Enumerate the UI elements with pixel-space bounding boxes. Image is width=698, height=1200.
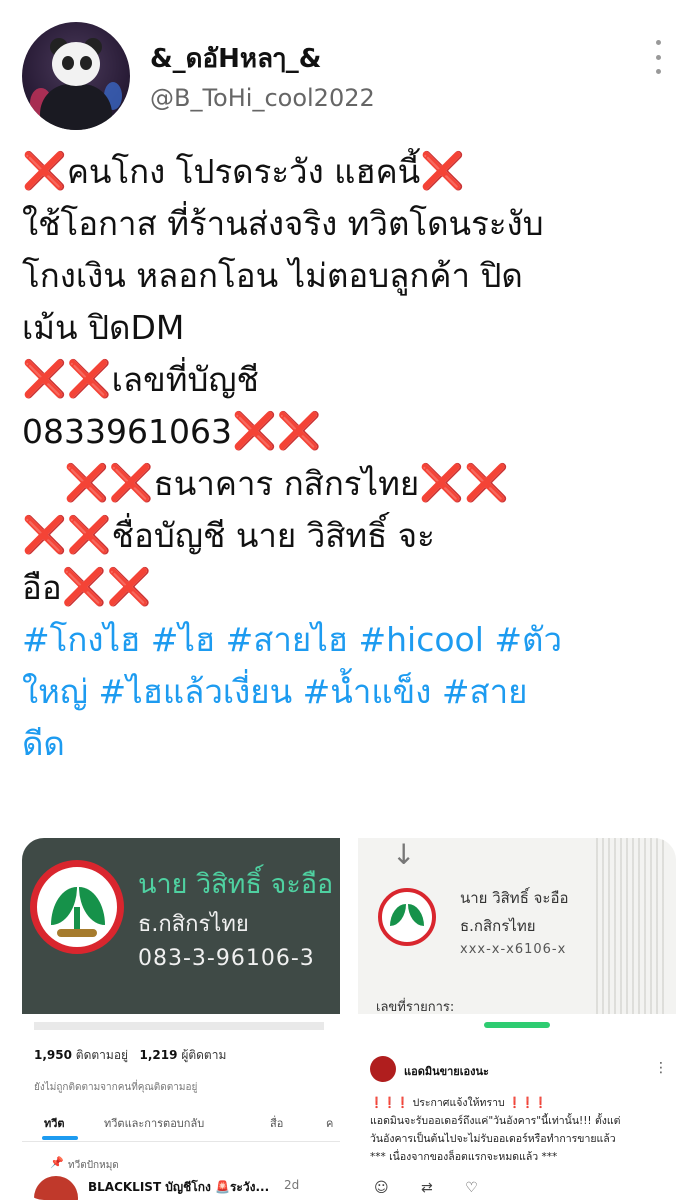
- hashtag-link[interactable]: ใหญ่ #ไฮแล้วเงี่ยน #น้ำแข็ง #สาย: [22, 666, 682, 718]
- not-followed-note: ยังไม่ถูกติดตามจากคนที่คุณติดตามอยู่: [34, 1082, 198, 1093]
- slip-account-number: xxx-x-x6106-x: [460, 942, 567, 957]
- panda-eye: [62, 56, 74, 70]
- more-options-icon: ⋮: [654, 1060, 668, 1076]
- slip-bank-name: ธ.กสิกรไทย: [460, 917, 536, 935]
- post-text-line: วันอังคารเป็นต้นไปจะไม่รับออเดอร์หรือทำก…: [370, 1133, 616, 1145]
- more-options-icon[interactable]: [648, 40, 668, 74]
- cropped-text: [34, 1022, 324, 1030]
- pinned-tweet-title: BLACKLIST บัญชีโกง 🚨ระวัง...: [88, 1180, 270, 1194]
- avatar-body: [40, 84, 112, 130]
- tweet-text: ❌คนโกง โปรดระวัง แฮคนี้❌ ใช้โอกาส ที่ร้า…: [22, 146, 682, 770]
- pinned-tweet-time: 2d: [284, 1178, 300, 1192]
- scroll-indicator: [484, 1022, 550, 1028]
- tweet-line: โกงเงิน หลอกโอน ไม่ตอบลูกค้า ปิด: [22, 256, 523, 295]
- tweet-line: ใช้โอกาส ที่ร้านส่งจริง ทวิตโดนระงับ: [22, 204, 544, 243]
- post-text-line: *** เนื่องจากของล็อตแรกจะหมดแล้ว ***: [370, 1151, 558, 1163]
- tab-media[interactable]: สื่อ: [270, 1114, 283, 1132]
- bank-name: ธ.กสิกรไทย: [138, 912, 249, 937]
- kasikorn-logo-icon: [378, 888, 436, 946]
- slip-ref-label: เลขที่รายการ:: [376, 1000, 455, 1014]
- reaction-icons: ☺ ⇄ ♡: [374, 1180, 492, 1196]
- panda-head: [52, 42, 100, 86]
- avatar[interactable]: [22, 22, 130, 130]
- user-handle[interactable]: @B_ToHi_cool2022: [150, 84, 375, 112]
- kasikorn-logo-icon: [30, 860, 124, 954]
- post-author-name: แอดมินขายเองนะ: [404, 1065, 489, 1078]
- tweet-line: อือ❌❌: [22, 567, 152, 608]
- post-text-line: แอดมินจะรับออเดอร์ถึงแค่"วันอังคาร"นี้เท…: [370, 1115, 621, 1127]
- post-text-line: ❗❗❗ ประกาศแจ้งให้ทราบ ❗❗❗: [370, 1097, 548, 1109]
- media-image-bank-card[interactable]: นาย วิสิทธิ์ จะอือ ธ.กสิกรไทย 083-3-9610…: [22, 838, 340, 1014]
- follow-stats: 1,950 ติดตามอยู่ 1,219 ผู้ติดตาม: [34, 1048, 227, 1062]
- tab-tweets-replies[interactable]: ทวีตและการตอบกลับ: [104, 1114, 204, 1132]
- tab-tweets[interactable]: ทวีต: [44, 1114, 65, 1132]
- tab-likes[interactable]: ค: [326, 1114, 333, 1132]
- pinned-label: ทวีตปักหมุด: [68, 1160, 119, 1171]
- profile-tabs: ทวีต ทวีตและการตอบกลับ สื่อ ค: [22, 1106, 340, 1142]
- tweet-line: ❌❌ธนาคาร กสิกรไทย❌❌: [64, 463, 509, 504]
- media-image-profile[interactable]: 1,950 ติดตามอยู่ 1,219 ผู้ติดตาม ยังไม่ถ…: [22, 1022, 340, 1200]
- tweet-line: 0833961063❌❌: [22, 411, 322, 452]
- slip-account-name: นาย วิสิทธิ์ จะอือ: [460, 889, 569, 907]
- tweet-line: ❌❌เลขที่บัญชี: [22, 359, 259, 400]
- media-grid: นาย วิสิทธิ์ จะอือ ธ.กสิกรไทย 083-3-9610…: [22, 838, 676, 1200]
- panda-eye: [80, 56, 92, 70]
- tweet-line: เม้น ปิดDM: [22, 308, 185, 347]
- hashtag-link[interactable]: ดีด: [22, 718, 682, 770]
- avatar: [370, 1056, 396, 1082]
- slip-texture: [596, 838, 666, 1014]
- account-name: นาย วิสิทธิ์ จะอือ: [138, 869, 334, 900]
- hashtag-link[interactable]: #โกงไฮ #ไฮ #สายไฮ #hicool #ตัว: [22, 614, 682, 666]
- media-image-admin-post[interactable]: แอดมินขายเองนะ ⋮ ❗❗❗ ประกาศแจ้งให้ทราบ ❗…: [358, 1022, 676, 1200]
- arrow-down-icon: ↓: [392, 838, 416, 871]
- avatar: [34, 1176, 78, 1200]
- pin-icon: 📌: [50, 1156, 64, 1169]
- tweet-line: ❌❌ชื่อบัญชี นาย วิสิทธิ์ จะ: [22, 515, 435, 556]
- active-tab-indicator: [42, 1136, 78, 1140]
- tweet-line: ❌คนโกง โปรดระวัง แฮคนี้❌: [22, 151, 466, 192]
- hashtag-block: #โกงไฮ #ไฮ #สายไฮ #hicool #ตัว ใหญ่ #ไฮแ…: [22, 614, 682, 770]
- media-image-transfer-slip[interactable]: ↓ นาย วิสิทธิ์ จะอือ ธ.กสิกรไทย xxx-x-x6…: [358, 838, 676, 1014]
- display-name[interactable]: &_ดอัHหลๅ_&: [150, 38, 321, 79]
- account-number: 083-3-96106-3: [138, 946, 315, 971]
